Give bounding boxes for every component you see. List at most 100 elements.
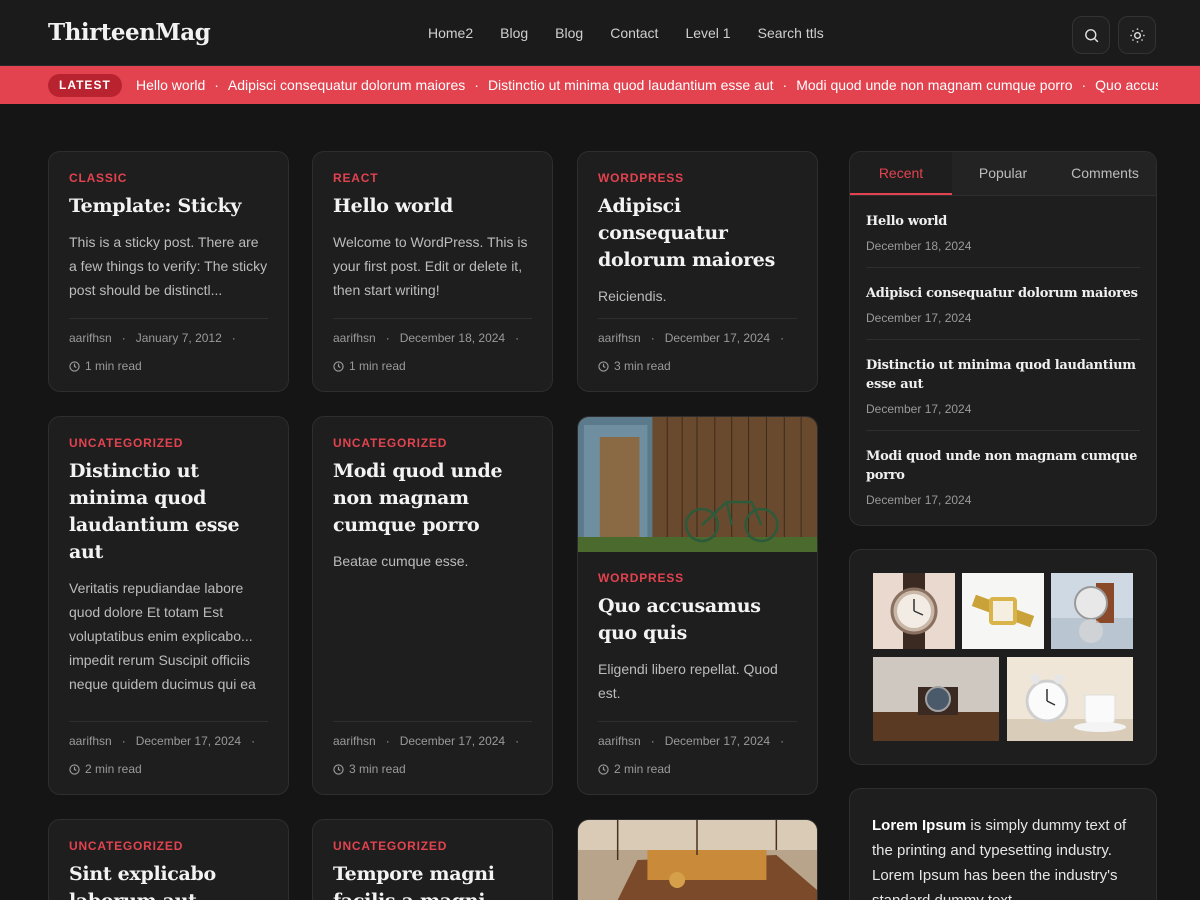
ticker-item[interactable]: Adipisci consequatur dolorum maiores [228, 77, 465, 93]
watch-image-1[interactable] [873, 573, 955, 649]
search-button[interactable] [1072, 16, 1110, 54]
post-meta: aarifhsn · December 17, 2024 · 3 min read [333, 721, 532, 776]
clock-icon [69, 763, 80, 775]
read-time: 3 min read [349, 762, 406, 776]
ticker-item[interactable]: Hello world [136, 77, 205, 93]
post-category[interactable]: REACT [333, 171, 532, 185]
post-date: December 17, 2024 [399, 734, 506, 748]
post-excerpt: Welcome to WordPress. This is your first… [333, 234, 528, 298]
post-date: December 17, 2024 [664, 734, 771, 748]
list-item: Modi quod unde non magnam cumque porro D… [866, 431, 1140, 521]
post-card[interactable]: UNCATEGORIZED Sint explicabo laborum aut [48, 819, 289, 900]
clock-icon [598, 360, 609, 372]
post-card[interactable]: WORDPRESS Adipisci consequatur dolorum m… [577, 151, 818, 392]
post-card[interactable]: UNCATEGORIZED Modi quod unde non magnam … [312, 416, 553, 795]
post-category[interactable]: UNCATEGORIZED [333, 839, 532, 853]
read-time: 1 min read [85, 359, 142, 373]
post-category[interactable]: UNCATEGORIZED [69, 839, 268, 853]
search-icon [1084, 28, 1098, 42]
recent-post-title[interactable]: Hello world [866, 212, 1140, 231]
post-card[interactable]: UNCATEGORIZED Tempore magni facilis a ma… [312, 819, 553, 900]
tab-comments[interactable]: Comments [1054, 152, 1156, 195]
post-title[interactable]: Sint explicabo laborum aut [69, 861, 268, 900]
ticker-item[interactable]: Distinctio ut minima quod laudantium ess… [488, 77, 774, 93]
ticker-track: Hello world · Adipisci consequatur dolorum… [136, 77, 1158, 93]
post-meta: aarifhsn · December 17, 2024 · 2 min read [69, 721, 268, 776]
latest-badge: LATEST [48, 74, 122, 97]
post-meta: aarifhsn · December 17, 2024 · 3 min read [598, 318, 797, 373]
post-excerpt: Reiciendis. [598, 288, 667, 304]
post-category[interactable]: CLASSIC [69, 171, 268, 185]
nav-item-level-1[interactable]: Level 1 [685, 25, 730, 41]
post-meta: aarifhsn · January 7, 2012 · 1 min read [69, 318, 268, 373]
nav-item-blog[interactable]: Blog [500, 25, 528, 41]
gallery-widget [849, 549, 1157, 765]
sun-icon [1129, 27, 1145, 43]
clock-icon [333, 360, 344, 372]
read-time: 1 min read [349, 359, 406, 373]
recent-post-date: December 17, 2024 [866, 402, 972, 416]
post-category[interactable]: UNCATEGORIZED [333, 436, 532, 450]
read-time: 2 min read [85, 762, 142, 776]
recent-post-date: December 17, 2024 [866, 493, 972, 507]
watch-image-2[interactable] [962, 573, 1044, 649]
post-date: December 18, 2024 [399, 331, 506, 345]
post-category[interactable]: UNCATEGORIZED [69, 436, 268, 450]
clock-image[interactable] [1007, 657, 1133, 741]
ticker-item[interactable]: Modi quod unde non magnam cumque porro [796, 77, 1072, 93]
post-author[interactable]: aarifhsn [333, 331, 376, 345]
theme-toggle-button[interactable] [1118, 16, 1156, 54]
recent-post-title[interactable]: Distinctio ut minima quod laudantium ess… [866, 356, 1140, 394]
read-time: 2 min read [614, 762, 671, 776]
post-title[interactable]: Template: Sticky [69, 193, 268, 220]
post-category[interactable]: WORDPRESS [598, 171, 797, 185]
text-widget-bold: Lorem Ipsum [872, 817, 967, 834]
post-card[interactable]: CLASSIC Template: Sticky This is a stick… [48, 151, 289, 392]
post-author[interactable]: aarifhsn [598, 331, 641, 345]
latest-ticker: LATEST Hello world · Adipisci consequatur … [0, 66, 1200, 104]
post-author[interactable]: aarifhsn [69, 331, 112, 345]
post-card[interactable]: REACT Hello world Welcome to WordPress. … [312, 151, 553, 392]
post-thumbnail[interactable] [578, 820, 817, 900]
post-card[interactable]: WORDPRESS Quo accusamus quo quis Eligend… [577, 416, 818, 795]
list-item: Distinctio ut minima quod laudantium ess… [866, 340, 1140, 431]
recent-post-title[interactable]: Adipisci consequatur dolorum maiores [866, 284, 1140, 303]
post-excerpt: This is a sticky post. There are a few t… [69, 234, 268, 298]
post-category[interactable]: WORDPRESS [598, 571, 797, 585]
nav-item-search-ttls[interactable]: Search ttls [758, 25, 824, 41]
post-title[interactable]: Tempore magni facilis a magni [333, 861, 532, 900]
nav-item-contact[interactable]: Contact [610, 25, 658, 41]
recent-post-title[interactable]: Modi quod unde non magnam cumque porro [866, 447, 1140, 485]
recent-post-date: December 17, 2024 [866, 311, 972, 325]
ticker-item[interactable]: Quo accusamus quo quis [1095, 77, 1158, 93]
tab-recent[interactable]: Recent [850, 152, 952, 195]
nav-item-blog-2[interactable]: Blog [555, 25, 583, 41]
clock-icon [333, 763, 344, 775]
post-author[interactable]: aarifhsn [598, 734, 641, 748]
widget-tabs: Recent Popular Comments [850, 152, 1156, 196]
post-title[interactable]: Distinctio ut minima quod laudantium ess… [69, 458, 268, 566]
post-author[interactable]: aarifhsn [333, 734, 376, 748]
post-card[interactable] [577, 819, 818, 900]
post-excerpt: Veritatis repudiandae labore quod dolore… [69, 580, 256, 692]
main-nav: Home2 Blog Blog Contact Level 1 Search t… [428, 25, 851, 41]
post-title[interactable]: Adipisci consequatur dolorum maiores [598, 193, 797, 274]
post-thumbnail[interactable] [578, 417, 817, 552]
post-card[interactable]: UNCATEGORIZED Distinctio ut minima quod … [48, 416, 289, 795]
recent-post-date: December 18, 2024 [866, 239, 972, 253]
post-date: January 7, 2012 [135, 331, 222, 345]
site-logo[interactable]: ThirteenMag [48, 19, 211, 46]
recent-posts-list: Hello world December 18, 2024 Adipisci c… [850, 196, 1156, 521]
tab-popular[interactable]: Popular [952, 152, 1054, 195]
post-date: December 17, 2024 [664, 331, 771, 345]
post-title[interactable]: Quo accusamus quo quis [598, 593, 797, 647]
tabbed-posts-widget: Recent Popular Comments Hello world Dece… [849, 151, 1157, 526]
watch-image-3[interactable] [1051, 573, 1133, 649]
watch-image-4[interactable] [873, 657, 999, 741]
post-title[interactable]: Modi quod unde non magnam cumque porro [333, 458, 532, 539]
post-title[interactable]: Hello world [333, 193, 532, 220]
post-excerpt: Beatae cumque esse. [333, 553, 469, 569]
site-header: ThirteenMag Home2 Blog Blog Contact Leve… [0, 0, 1200, 66]
nav-item-home2[interactable]: Home2 [428, 25, 473, 41]
post-author[interactable]: aarifhsn [69, 734, 112, 748]
